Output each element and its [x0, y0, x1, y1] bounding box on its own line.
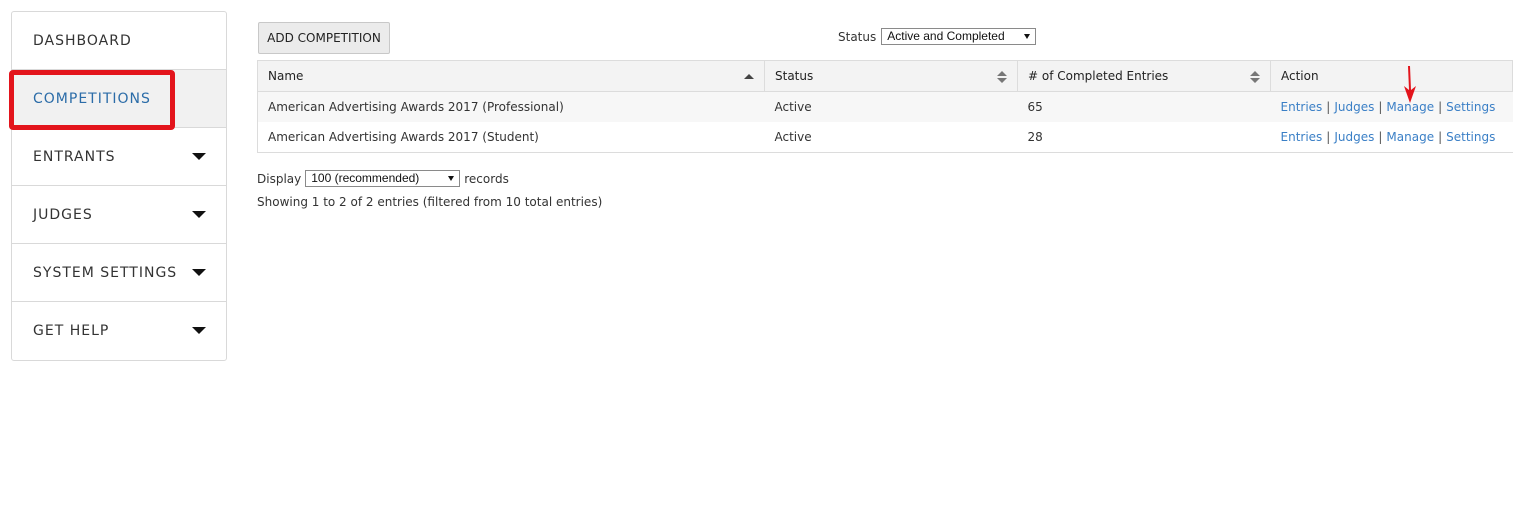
separator: | — [1326, 100, 1331, 114]
status-filter-label: Status — [838, 29, 877, 44]
caret-down-icon — [192, 269, 206, 276]
red-arrow-icon — [1404, 66, 1416, 103]
separator: | — [1326, 130, 1331, 144]
competitions-table: Name Status # of Completed Entries Actio… — [257, 60, 1513, 153]
add-competition-button[interactable]: ADD COMPETITION — [258, 22, 390, 54]
sidebar-item-judges[interactable]: JUDGES — [12, 186, 226, 244]
chevron-down-icon — [1024, 34, 1031, 39]
cell-actions: Entries | Judges | Manage | Settings — [1270, 91, 1513, 122]
cell-name: American Advertising Awards 2017 (Studen… — [257, 122, 765, 153]
display-length-select[interactable]: 100 (recommended) — [305, 170, 461, 187]
sidebar-item-dashboard[interactable]: DASHBOARD — [12, 12, 226, 70]
table-row: American Advertising Awards 2017 (Profes… — [257, 91, 1513, 122]
sidebar-item-entrants[interactable]: ENTRANTS — [12, 128, 226, 186]
sidebar-item-label: SYSTEM SETTINGS — [33, 264, 178, 281]
cell-entries: 65 — [1017, 91, 1271, 122]
records-label: records — [464, 171, 509, 186]
sort-both-icon — [997, 71, 1007, 83]
status-select[interactable]: Active and Completed — [881, 28, 1037, 45]
column-header-label: Status — [775, 69, 814, 83]
highlight-annotation — [9, 70, 175, 130]
chevron-down-icon — [448, 176, 455, 181]
separator: | — [1438, 130, 1443, 144]
sidebar-nav: DASHBOARD COMPETITIONS ENTRANTS JUDGES S… — [11, 11, 227, 361]
cell-actions: Entries | Judges | Manage | Settings — [1270, 122, 1513, 153]
sort-asc-icon — [744, 74, 754, 79]
cell-status: Active — [764, 91, 1018, 122]
column-header-label: Name — [268, 69, 304, 83]
sidebar-item-label: GET HELP — [33, 323, 110, 339]
caret-down-icon — [192, 153, 206, 160]
separator: | — [1378, 100, 1383, 114]
sidebar-item-label: DASHBOARD — [33, 32, 132, 49]
table-row: American Advertising Awards 2017 (Studen… — [257, 122, 1513, 153]
caret-down-icon — [192, 327, 206, 334]
settings-link[interactable]: Settings — [1446, 130, 1495, 144]
column-header-status[interactable]: Status — [764, 60, 1018, 92]
status-select-value: Active and Completed — [887, 29, 1005, 43]
separator: | — [1378, 130, 1383, 144]
judges-link[interactable]: Judges — [1334, 130, 1374, 144]
entries-link[interactable]: Entries — [1281, 130, 1323, 144]
column-header-name[interactable]: Name — [257, 60, 765, 92]
cell-name: American Advertising Awards 2017 (Profes… — [257, 91, 765, 122]
column-header-entries[interactable]: # of Completed Entries — [1017, 60, 1271, 92]
sidebar-item-label: ENTRANTS — [33, 148, 116, 165]
column-header-label: Action — [1281, 69, 1319, 83]
sidebar-item-get-help[interactable]: GET HELP — [12, 302, 226, 360]
column-header-action: Action — [1270, 60, 1513, 92]
cell-entries: 28 — [1017, 122, 1271, 153]
judges-link[interactable]: Judges — [1334, 100, 1374, 114]
settings-link[interactable]: Settings — [1446, 100, 1495, 114]
column-header-label: # of Completed Entries — [1028, 69, 1169, 83]
status-filter: Status Active and Completed — [838, 28, 1037, 45]
display-length: Display 100 (recommended) records — [257, 170, 509, 187]
sidebar-item-system-settings[interactable]: SYSTEM SETTINGS — [12, 244, 226, 302]
sidebar-item-label: JUDGES — [33, 206, 93, 223]
display-label: Display — [257, 171, 302, 186]
manage-link[interactable]: Manage — [1386, 130, 1434, 144]
cell-status: Active — [764, 122, 1018, 153]
sort-both-icon — [1250, 71, 1260, 83]
separator: | — [1438, 100, 1443, 114]
display-length-value: 100 (recommended) — [311, 171, 420, 185]
caret-down-icon — [192, 211, 206, 218]
entries-link[interactable]: Entries — [1281, 100, 1323, 114]
table-summary: Showing 1 to 2 of 2 entries (filtered fr… — [257, 195, 603, 209]
